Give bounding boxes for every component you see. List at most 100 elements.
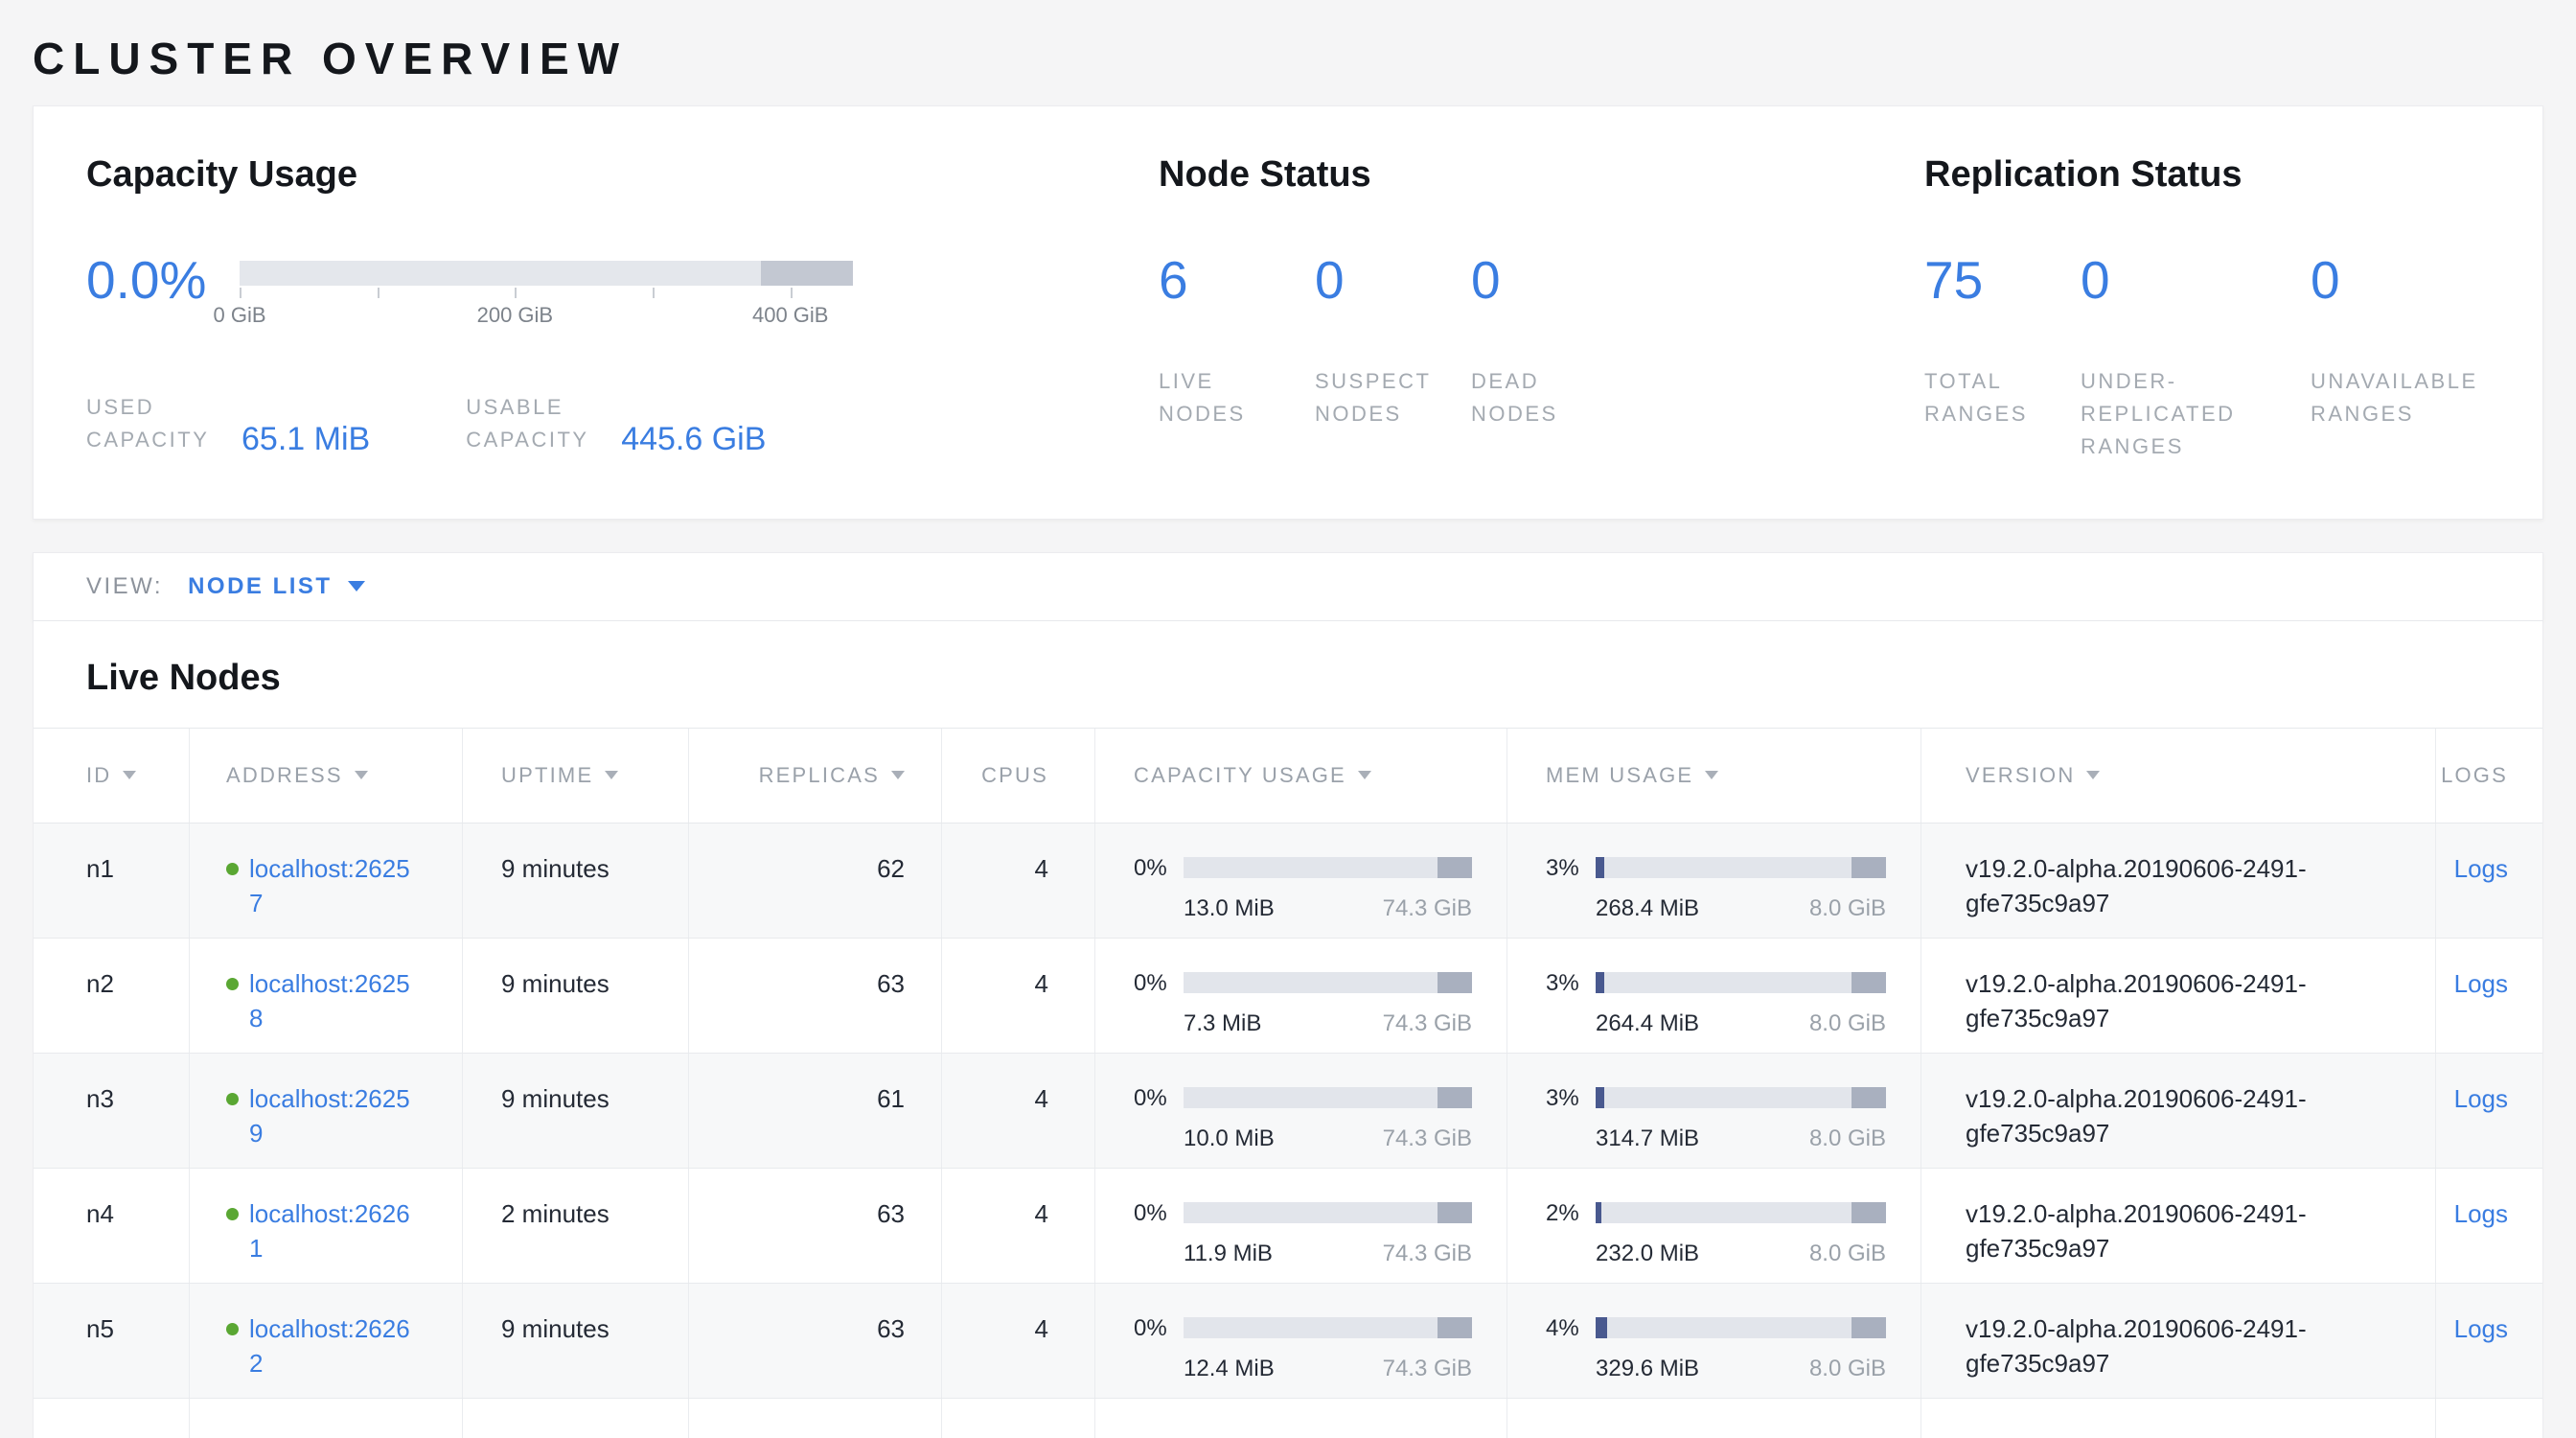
node-address-link[interactable]: localhost:26257 bbox=[249, 852, 416, 921]
logs-link[interactable]: Logs bbox=[2454, 1314, 2508, 1343]
total-ranges-count: 75 bbox=[1924, 251, 2081, 310]
mem-usage-bar bbox=[1596, 1087, 1886, 1108]
mem-used-value: 268.4 MiB bbox=[1596, 893, 1699, 924]
uptime-cell: 9 minutes bbox=[463, 1284, 689, 1398]
capacity-used-value: 13.0 MiB bbox=[1184, 893, 1275, 924]
logs-cell: Logs bbox=[2436, 823, 2542, 938]
capacity-usage-bar bbox=[1184, 1087, 1472, 1108]
view-dropdown[interactable]: NODE LIST bbox=[188, 573, 365, 600]
version-cell: v19.2.0-alpha.20190606-2491-gfe735c9a97 bbox=[1921, 1054, 2436, 1168]
live-status-dot-icon bbox=[226, 978, 239, 990]
view-dropdown-value: NODE LIST bbox=[188, 573, 333, 600]
dead-nodes-stat: 0 DEAD NODES bbox=[1471, 251, 1924, 430]
version-text: v19.2.0-alpha.20190606-2491-gfe735c9a97 bbox=[1966, 967, 2402, 1036]
mem-percent-label: 4% bbox=[1546, 1312, 1596, 1344]
node-status-title: Node Status bbox=[1159, 154, 1924, 196]
unavailable-ranges-count: 0 bbox=[2311, 251, 2542, 310]
mem-max-value: 8.0 GiB bbox=[1809, 1353, 1886, 1384]
capacity-bar-chart: 0 GiB 200 GiB 400 GiB bbox=[240, 251, 853, 330]
total-ranges-label: TOTAL RANGES bbox=[1924, 365, 2081, 430]
logs-link[interactable]: Logs bbox=[2454, 1084, 2508, 1113]
mem-used-segment bbox=[1596, 1317, 1607, 1338]
capacity-usage-cell: 0% 7.3 MiB 74.3 GiB bbox=[1095, 939, 1507, 1053]
node-address-cell: localhost:26259 bbox=[190, 1054, 463, 1168]
capacity-usage-bar bbox=[1184, 857, 1472, 878]
node-address-link[interactable]: localhost:26258 bbox=[249, 967, 416, 1036]
cluster-summary-card: Capacity Usage 0.0% 0 GiB bbox=[33, 105, 2543, 520]
header-replicas[interactable]: REPLICAS bbox=[689, 729, 942, 823]
uptime-cell: 9 minutes bbox=[463, 939, 689, 1053]
capacity-bar-reserved-segment bbox=[761, 261, 853, 286]
replicas-cell: 63 bbox=[689, 1284, 942, 1398]
logs-cell: Logs bbox=[2436, 1054, 2542, 1168]
node-id-cell: n1 bbox=[34, 823, 190, 938]
mem-usage-bar bbox=[1596, 1202, 1886, 1223]
uptime-cell: 2 minutes bbox=[463, 1169, 689, 1283]
header-mem-usage[interactable]: MEM USAGE bbox=[1507, 729, 1921, 823]
sort-desc-icon bbox=[2086, 771, 2100, 779]
node-id-cell: n3 bbox=[34, 1054, 190, 1168]
node-address-link[interactable]: localhost:26262 bbox=[249, 1312, 416, 1381]
mem-reserved-segment bbox=[1852, 1317, 1886, 1338]
replicas-cell: 63 bbox=[689, 1169, 942, 1283]
mem-reserved-segment bbox=[1852, 1087, 1886, 1108]
node-address-cell: localhost:26262 bbox=[190, 1284, 463, 1398]
node-address-link[interactable]: localhost:26261 bbox=[249, 1197, 416, 1266]
capacity-usage-bar bbox=[1184, 1317, 1472, 1338]
version-cell: v19.2.0-alpha.20190606-2491-gfe735c9a97 bbox=[1921, 1284, 2436, 1398]
capacity-usage-bar bbox=[1184, 1202, 1472, 1223]
version-text: v19.2.0-alpha.20190606-2491-gfe735c9a97 bbox=[1966, 1312, 2402, 1381]
header-cpus[interactable]: CPUS bbox=[942, 729, 1095, 823]
mem-percent-label: 3% bbox=[1546, 967, 1596, 999]
mem-used-value: 329.6 MiB bbox=[1596, 1353, 1699, 1384]
mem-usage-cell: 3% 268.4 MiB 8.0 GiB bbox=[1507, 823, 1921, 938]
node-address-link[interactable]: localhost:26259 bbox=[249, 1082, 416, 1151]
live-status-dot-icon bbox=[226, 1093, 239, 1105]
under-replicated-ranges-label: UNDER- REPLICATED RANGES bbox=[2081, 365, 2311, 463]
under-replicated-ranges-count: 0 bbox=[2081, 251, 2311, 310]
sort-desc-icon bbox=[605, 771, 618, 779]
mem-max-value: 8.0 GiB bbox=[1809, 1238, 1886, 1269]
live-status-dot-icon bbox=[226, 1208, 239, 1220]
live-status-dot-icon bbox=[226, 1323, 239, 1335]
table-row: n2 localhost:26258 9 minutes 63 4 0% 7.3… bbox=[34, 939, 2542, 1054]
header-logs: LOGS bbox=[2436, 729, 2542, 823]
mem-usage-bar bbox=[1596, 972, 1886, 993]
replicas-cell: 62 bbox=[689, 823, 942, 938]
logs-link[interactable]: Logs bbox=[2454, 854, 2508, 883]
capacity-used-value: 10.0 MiB bbox=[1184, 1123, 1275, 1154]
version-text: v19.2.0-alpha.20190606-2491-gfe735c9a97 bbox=[1966, 852, 2402, 921]
table-row: n1 localhost:26257 9 minutes 62 4 0% 13.… bbox=[34, 823, 2542, 939]
sort-desc-icon bbox=[1358, 771, 1371, 779]
view-selector-bar: VIEW: NODE LIST bbox=[33, 552, 2543, 621]
header-id[interactable]: ID bbox=[34, 729, 190, 823]
header-uptime[interactable]: UPTIME bbox=[463, 729, 689, 823]
header-address[interactable]: ADDRESS bbox=[190, 729, 463, 823]
capacity-usage-title: Capacity Usage bbox=[86, 154, 1159, 196]
capacity-usage-bar bbox=[1184, 972, 1472, 993]
node-id-cell: n2 bbox=[34, 939, 190, 1053]
live-status-dot-icon bbox=[226, 863, 239, 875]
header-version[interactable]: VERSION bbox=[1921, 729, 2436, 823]
total-ranges-stat: 75 TOTAL RANGES bbox=[1924, 251, 2081, 463]
replicas-cell: 63 bbox=[689, 939, 942, 1053]
capacity-percent-label: 0% bbox=[1134, 1082, 1184, 1114]
capacity-percent-label: 0% bbox=[1134, 1197, 1184, 1229]
capacity-axis-ticks bbox=[240, 288, 853, 299]
header-capacity-usage[interactable]: CAPACITY USAGE bbox=[1095, 729, 1507, 823]
capacity-percent-label: 0% bbox=[1134, 1312, 1184, 1344]
logs-link[interactable]: Logs bbox=[2454, 1199, 2508, 1228]
suspect-nodes-stat: 0 SUSPECT NODES bbox=[1315, 251, 1471, 430]
capacity-usage-cell: 0% 13.0 MiB 74.3 GiB bbox=[1095, 823, 1507, 938]
mem-used-segment bbox=[1596, 1087, 1604, 1108]
mem-used-segment bbox=[1596, 857, 1604, 878]
capacity-used-value: 12.4 MiB bbox=[1184, 1353, 1275, 1384]
uptime-cell: 9 minutes bbox=[463, 1054, 689, 1168]
capacity-max-value: 74.3 GiB bbox=[1383, 1353, 1472, 1384]
capacity-bar-track bbox=[240, 261, 853, 286]
version-text: v19.2.0-alpha.20190606-2491-gfe735c9a97 bbox=[1966, 1082, 2402, 1151]
under-replicated-ranges-stat: 0 UNDER- REPLICATED RANGES bbox=[2081, 251, 2311, 463]
mem-used-value: 314.7 MiB bbox=[1596, 1123, 1699, 1154]
logs-link[interactable]: Logs bbox=[2454, 969, 2508, 998]
capacity-used-value: 11.9 MiB bbox=[1184, 1238, 1273, 1269]
